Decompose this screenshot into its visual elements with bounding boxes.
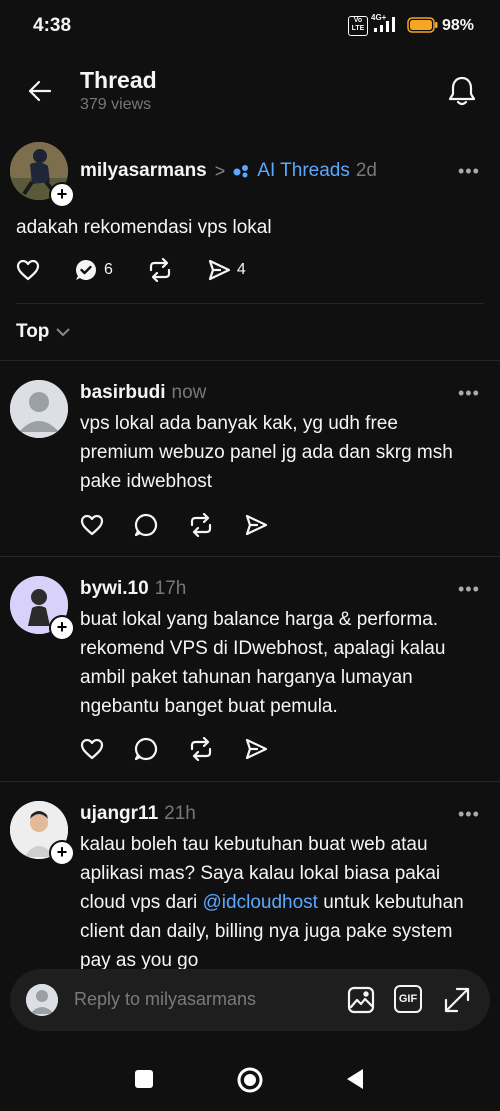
reply-more-icon[interactable]: ••• xyxy=(458,579,480,600)
reply-text: buat lokal yang balance harga & performa… xyxy=(80,605,445,721)
reply-line: buat lokal yang balance harga & performa… xyxy=(80,609,439,630)
mention-link[interactable]: @idcloudhost xyxy=(203,892,318,913)
reply-time: 17h xyxy=(154,578,187,599)
reply-input[interactable]: Reply to milyasarmans xyxy=(74,989,256,1010)
reply-header: ujangr11 21h xyxy=(80,803,196,825)
heart-icon xyxy=(16,259,40,281)
page-title: Thread xyxy=(80,67,157,93)
chevron-down-icon xyxy=(56,328,71,337)
share-button[interactable]: 4 xyxy=(207,258,246,282)
reply-line: client dan daily, billing nya juga pake … xyxy=(80,921,453,942)
post-text: adakah rekomendasi vps lokal xyxy=(16,217,272,238)
reply-actions xyxy=(80,737,298,761)
comment-icon[interactable] xyxy=(134,737,158,761)
plus-icon: + xyxy=(56,184,68,204)
reply-line: kalau boleh tau kebutuhan buat web atau xyxy=(80,834,428,855)
reply-text: vps lokal ada banyak kak, yg udh free pr… xyxy=(80,409,453,496)
repost-icon xyxy=(149,258,171,282)
reply-item: basirbudi now ••• vps lokal ada banyak ka… xyxy=(0,361,500,556)
reply-line: cloud vps dari @idcloudhost untuk kebutu… xyxy=(80,888,464,917)
post-more-icon[interactable]: ••• xyxy=(458,161,480,182)
home-square-icon[interactable] xyxy=(135,1070,153,1088)
composer-avatar xyxy=(26,984,58,1016)
repost-icon[interactable] xyxy=(188,737,214,761)
reply-header: bywi.10 17h xyxy=(80,578,186,600)
signal-icon xyxy=(374,17,395,32)
reply-line: pake idwebhost xyxy=(80,471,213,492)
replies-button[interactable]: 6 xyxy=(74,258,113,282)
share-icon[interactable] xyxy=(244,737,268,761)
bell-icon[interactable] xyxy=(447,75,477,107)
views-count: 379 views xyxy=(80,96,152,113)
reply-item: + ujangr11 21h ••• kalau boleh tau kebutu… xyxy=(0,782,500,972)
gif-icon[interactable]: GIF xyxy=(394,985,422,1013)
heart-icon[interactable] xyxy=(80,513,104,537)
reply-line: aplikasi mas? Saya kalau lokal biasa pak… xyxy=(80,863,441,884)
reply-text-segment: untuk kebutuhan xyxy=(317,892,464,913)
battery-icon xyxy=(407,17,438,33)
reply-line: ngebantu banget buat pemula. xyxy=(80,696,338,717)
repost-button[interactable] xyxy=(147,258,173,282)
sort-label: Top xyxy=(16,321,50,342)
community-dots-icon xyxy=(233,165,249,178)
back-arrow-icon[interactable] xyxy=(26,77,54,105)
expand-icon[interactable] xyxy=(442,985,472,1015)
divider xyxy=(16,303,484,304)
reply-username[interactable]: bywi.10 xyxy=(80,578,149,599)
post-actions: 6 4 xyxy=(16,258,276,282)
reply-header: basirbudi now xyxy=(80,382,206,404)
post-time: 2d xyxy=(355,160,377,181)
reply-composer[interactable]: Reply to milyasarmans GIF xyxy=(10,969,490,1031)
reply-text: kalau boleh tau kebutuhan buat web atau … xyxy=(80,830,464,972)
shares-count: 4 xyxy=(236,261,246,278)
reply-text-segment: cloud vps dari xyxy=(80,892,203,913)
reply-time: now xyxy=(171,382,207,403)
sort-dropdown[interactable]: Top xyxy=(16,321,71,343)
status-time: 4:38 xyxy=(33,15,72,36)
post-username[interactable]: milyasarmans xyxy=(80,160,207,182)
repost-icon[interactable] xyxy=(188,513,214,537)
share-icon[interactable] xyxy=(244,513,268,537)
follow-plus-button[interactable]: + xyxy=(49,615,75,641)
reply-line: ambil paket tahunan harganya lumayan xyxy=(80,667,413,688)
reply-item: + bywi.10 17h ••• buat lokal yang balance… xyxy=(0,557,500,781)
community-link[interactable]: AI Threads xyxy=(257,160,350,182)
status-bar: 4:38 Vo LTE 4G+ 98% xyxy=(0,0,500,52)
follow-plus-button[interactable]: + xyxy=(49,182,75,208)
reply-line: premium webuzo panel jg ada dan skrg msh xyxy=(80,442,453,463)
reply-more-icon[interactable]: ••• xyxy=(458,383,480,404)
volte-icon: Vo LTE xyxy=(348,16,368,36)
follow-plus-button[interactable]: + xyxy=(49,840,75,866)
post-header-line: milyasarmans > AI Threads 2d xyxy=(80,160,377,182)
gif-label: GIF xyxy=(398,993,418,1005)
home-circle-icon[interactable] xyxy=(236,1066,264,1094)
share-icon xyxy=(208,259,231,281)
plus-icon: + xyxy=(56,617,68,637)
breadcrumb-separator: > xyxy=(214,160,226,181)
image-icon[interactable] xyxy=(346,985,376,1015)
replies-count: 6 xyxy=(104,261,113,278)
back-triangle-icon[interactable] xyxy=(345,1068,365,1090)
reply-actions xyxy=(80,513,298,537)
like-button[interactable] xyxy=(16,258,40,282)
reply-time: 21h xyxy=(164,803,196,824)
navigation-bar xyxy=(0,1040,500,1111)
reply-more-icon[interactable]: ••• xyxy=(458,804,480,825)
plus-icon: + xyxy=(56,842,68,862)
reply-line: vps lokal ada banyak kak, yg udh free xyxy=(80,413,398,434)
reply-check-icon xyxy=(76,260,96,280)
comment-icon[interactable] xyxy=(134,513,158,537)
reply-username[interactable]: basirbudi xyxy=(80,382,166,403)
reply-username[interactable]: ujangr11 xyxy=(80,803,158,824)
reply-avatar[interactable] xyxy=(10,380,68,438)
reply-line: rekomend VPS di IDwebhost, apalagi kalau xyxy=(80,638,446,659)
heart-icon[interactable] xyxy=(80,737,104,761)
battery-percent: 98% xyxy=(442,17,475,34)
